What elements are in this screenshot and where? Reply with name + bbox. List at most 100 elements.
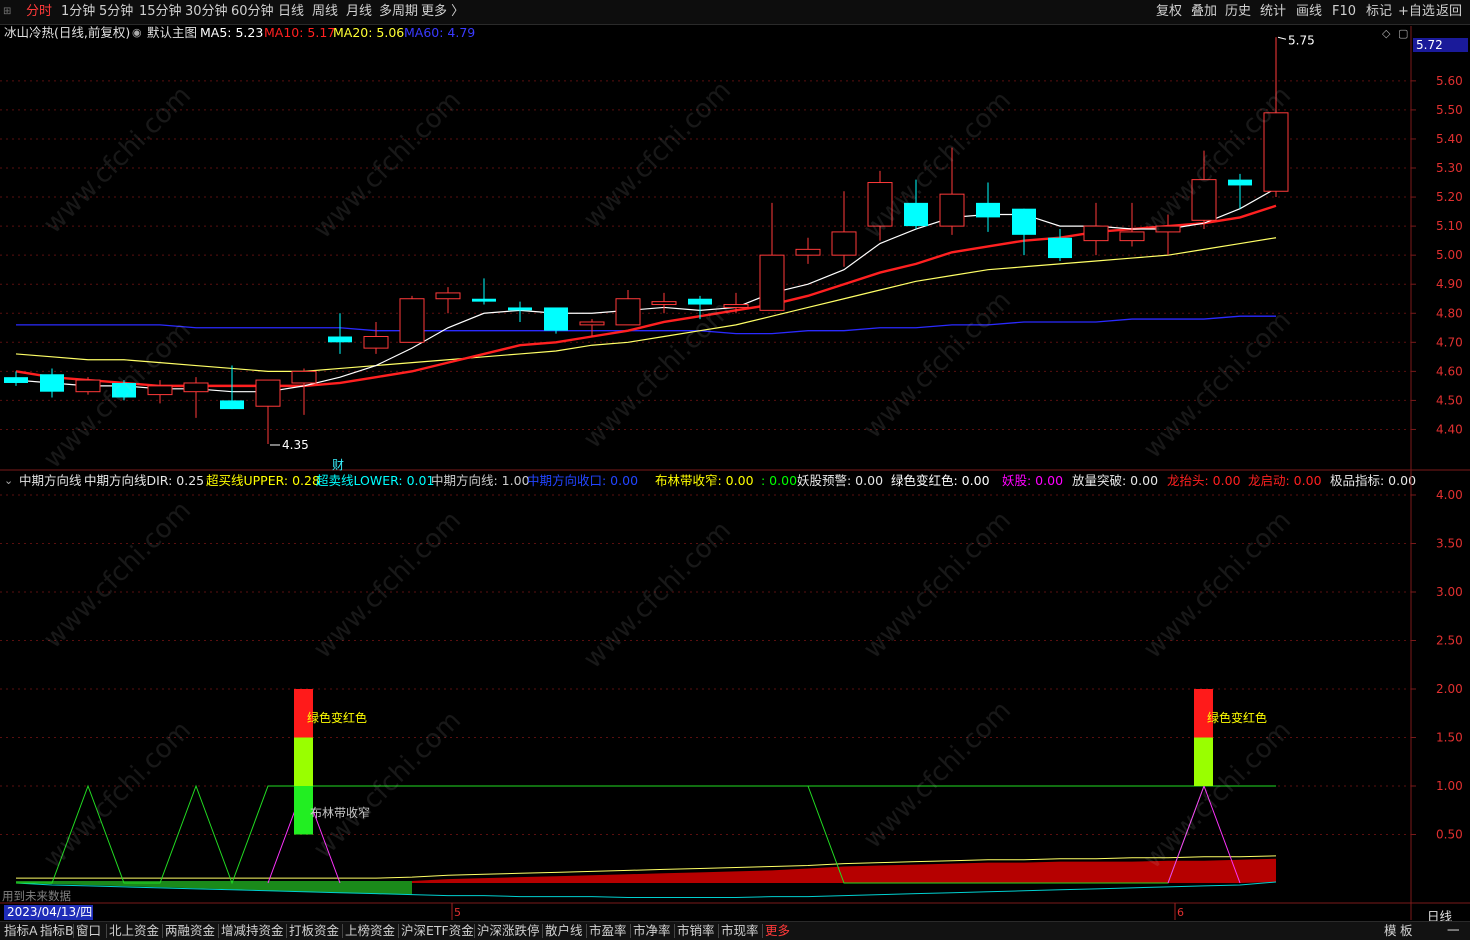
candle-body-up bbox=[255, 379, 281, 407]
lock-icon: ▢ bbox=[1398, 27, 1408, 40]
month-label: 6 bbox=[1177, 906, 1184, 919]
signal-bar-yellowgreen bbox=[1194, 737, 1213, 786]
price-tick-label: 4.60 bbox=[1436, 364, 1463, 378]
ma20-line bbox=[15, 237, 1277, 372]
candle-body-down bbox=[976, 202, 1000, 218]
signal-label: 绿色变红色 bbox=[307, 710, 367, 725]
candle-body-up bbox=[147, 385, 173, 396]
dir-area bbox=[16, 858, 1276, 883]
indicator-tab-15[interactable]: 更多 bbox=[765, 923, 790, 939]
candle-body-up bbox=[399, 298, 425, 343]
candle-body-up bbox=[1119, 231, 1145, 242]
price-tick-label: 5.20 bbox=[1436, 190, 1463, 204]
candle-body-up bbox=[939, 193, 965, 227]
price-tick-label: 4.90 bbox=[1436, 277, 1463, 291]
candle-body-down bbox=[220, 400, 244, 410]
price-tick-label: 5.00 bbox=[1436, 248, 1463, 262]
price-tick-label: 4.50 bbox=[1436, 393, 1463, 407]
candle-body-up bbox=[651, 301, 677, 306]
bollinger-label: 布林带收窄 bbox=[310, 805, 370, 820]
price-tick-label: 4.80 bbox=[1436, 306, 1463, 320]
price-tick-label: 5.10 bbox=[1436, 219, 1463, 233]
indicator-tab-5[interactable]: 增减持资金 bbox=[221, 923, 284, 939]
tab-separator bbox=[218, 924, 219, 938]
chart-canvas[interactable]: 5.60 5.50 5.40 5.30 5.20 5.10 5.00 4.90 4.80 4.70… bbox=[0, 0, 1470, 939]
tab-separator bbox=[674, 924, 675, 938]
candle-body-up bbox=[615, 298, 641, 326]
sub-tick-label: 2.50 bbox=[1436, 634, 1463, 648]
high-arrow bbox=[1277, 36, 1287, 40]
indicator-tab-1[interactable]: 指标B bbox=[40, 923, 74, 939]
signal-label: 绿色变红色 bbox=[1207, 710, 1267, 725]
price-tick-label: 5.50 bbox=[1436, 103, 1463, 117]
layout-tab-0[interactable]: 模 bbox=[1384, 923, 1397, 939]
indicator-tab-10[interactable]: 散户线 bbox=[545, 923, 583, 939]
sub-tick-label: 4.00 bbox=[1436, 488, 1463, 502]
ma60-line bbox=[16, 315, 1276, 335]
candle-body-up bbox=[1263, 112, 1289, 192]
candle-body-down bbox=[904, 202, 928, 227]
selected-date: 2023/04/13/四 bbox=[4, 905, 93, 920]
indicator-tab-2[interactable]: 窗口 bbox=[76, 923, 101, 939]
tab-separator bbox=[106, 924, 107, 938]
candle-body-down bbox=[472, 298, 496, 302]
sub-tick-label: 2.00 bbox=[1436, 682, 1463, 696]
price-tick-label: 4.40 bbox=[1436, 422, 1463, 436]
candle-body-down bbox=[508, 307, 532, 311]
high-price-label: 5.75 bbox=[1288, 33, 1315, 47]
layout-tab-1[interactable]: 板 bbox=[1400, 923, 1413, 939]
price-tick-label: 5.40 bbox=[1436, 132, 1463, 146]
candle-body-down bbox=[40, 374, 64, 392]
candle-body-up bbox=[579, 321, 605, 326]
candle-body-up bbox=[723, 304, 749, 308]
finance-marker: 财 bbox=[332, 458, 344, 472]
indicator-tab-4[interactable]: 两融资金 bbox=[165, 923, 215, 939]
indicator-tab-11[interactable]: 市盈率 bbox=[589, 923, 627, 939]
layout-tab-2[interactable]: 一 bbox=[1447, 923, 1460, 939]
sub-tick-label: 1.50 bbox=[1436, 731, 1463, 745]
sub-tick-label: 3.00 bbox=[1436, 585, 1463, 599]
indicator-tab-8[interactable]: 沪深ETF资金 bbox=[401, 923, 474, 939]
tab-separator bbox=[162, 924, 163, 938]
candle-body-up bbox=[759, 254, 785, 311]
tab-separator bbox=[630, 924, 631, 938]
candle-body-down bbox=[4, 377, 28, 383]
price-tick-label: 4.70 bbox=[1436, 335, 1463, 349]
candle-body-down bbox=[1048, 237, 1072, 259]
candle-body-up bbox=[183, 382, 209, 393]
indicator-tab-6[interactable]: 打板资金 bbox=[289, 923, 339, 939]
candle-body-up bbox=[1191, 179, 1217, 221]
indicator-tab-0[interactable]: 指标A bbox=[4, 923, 38, 939]
candle-body-up bbox=[75, 379, 101, 393]
tab-separator bbox=[586, 924, 587, 938]
candle-body-down bbox=[328, 336, 352, 343]
candle-body-up bbox=[291, 370, 317, 384]
indicator-tab-7[interactable]: 上榜资金 bbox=[345, 923, 395, 939]
candle-body-up bbox=[363, 336, 389, 349]
indicator-tab-9[interactable]: 沪深涨跌停 bbox=[477, 923, 540, 939]
candle-body-up bbox=[831, 231, 857, 256]
candle-body-up bbox=[1083, 225, 1109, 242]
tab-separator bbox=[342, 924, 343, 938]
tab-separator bbox=[718, 924, 719, 938]
candle-body-up bbox=[435, 292, 461, 300]
indicator-tab-14[interactable]: 市现率 bbox=[721, 923, 759, 939]
tab-separator bbox=[398, 924, 399, 938]
indicator-tabs-bar: 指标A 指标B 窗口 北上资金 两融资金 增减持资金 打板资金 上榜资金 沪深ETF资金 沪深涨跌… bbox=[0, 921, 1470, 940]
indicator-tab-12[interactable]: 市净率 bbox=[633, 923, 671, 939]
candle-body-up bbox=[867, 182, 893, 227]
indicator-tab-3[interactable]: 北上资金 bbox=[109, 923, 159, 939]
indicator-tab-13[interactable]: 市销率 bbox=[677, 923, 715, 939]
tab-separator bbox=[73, 924, 74, 938]
sub-tick-label: 1.00 bbox=[1436, 779, 1463, 793]
diamond-icon: ◇ bbox=[1382, 27, 1391, 40]
candle-body-down bbox=[544, 307, 568, 331]
future-data-note: 用到未来数据 bbox=[2, 889, 71, 903]
tab-separator bbox=[474, 924, 475, 938]
candle-body-down bbox=[112, 382, 136, 398]
current-price-tag: 5.72 bbox=[1413, 38, 1468, 52]
candle-body-down bbox=[1228, 179, 1252, 186]
low-price-label: 4.35 bbox=[282, 438, 309, 452]
sub-tick-label: 0.50 bbox=[1436, 828, 1463, 842]
price-tick-label: 5.60 bbox=[1436, 74, 1463, 88]
